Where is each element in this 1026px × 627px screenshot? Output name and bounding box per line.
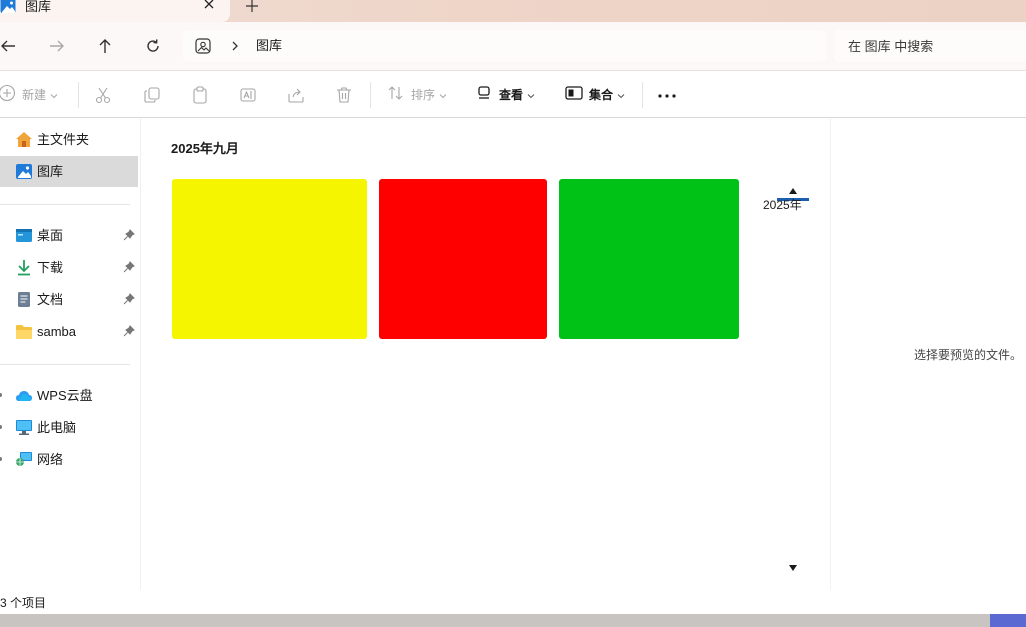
- chevron-down-icon: [617, 87, 625, 102]
- collection-button-label: 集合: [589, 88, 614, 102]
- sort-icon: [387, 84, 405, 105]
- sidebar-item-label: 网络: [37, 452, 64, 467]
- sidebar-item-label: 此电脑: [37, 420, 77, 435]
- taskbar-accent: [990, 614, 1026, 627]
- breadcrumb-gallery[interactable]: 图库: [256, 38, 282, 54]
- network-icon: [15, 451, 33, 468]
- timeline-scroll-up-icon[interactable]: [788, 183, 798, 194]
- title-bar: 图库: [0, 0, 1026, 22]
- cut-icon[interactable]: [93, 85, 113, 105]
- file-explorer-window: 图库 图库 在 图库 中搜索 新建 排序 查看 集合 主文件夹 图库 桌面 下载…: [0, 0, 1026, 627]
- sidebar-item-desktop[interactable]: 桌面: [0, 220, 138, 251]
- sidebar-item-network[interactable]: 网络: [0, 444, 138, 475]
- taskbar-strip: [0, 614, 1026, 627]
- new-tab-icon[interactable]: [244, 0, 260, 14]
- sidebar-item-label: 主文件夹: [37, 132, 90, 147]
- address-bar[interactable]: 图库: [183, 30, 826, 62]
- toolbar-divider: [78, 82, 79, 108]
- desktop-icon: [15, 227, 33, 244]
- sidebar-divider: [0, 204, 130, 205]
- back-arrow-icon[interactable]: [0, 34, 20, 58]
- chevron-right-icon[interactable]: [230, 39, 240, 53]
- rename-icon[interactable]: [238, 85, 258, 105]
- status-bar: 3 个项目: [0, 590, 1026, 614]
- timeline-scroll-down-icon[interactable]: [788, 560, 798, 571]
- download-icon: [15, 259, 33, 276]
- more-options-button[interactable]: [657, 71, 677, 118]
- gallery-view: 2025年九月 2025年: [141, 118, 830, 590]
- sidebar-item-home[interactable]: 主文件夹: [0, 124, 138, 155]
- sort-button[interactable]: 排序: [387, 71, 447, 118]
- chevron-down-icon: [50, 87, 58, 102]
- collection-button[interactable]: 集合: [565, 71, 625, 118]
- sidebar-item-samba[interactable]: samba: [0, 316, 138, 347]
- gallery-icon: [0, 0, 16, 14]
- sidebar-item-label: 文档: [37, 292, 64, 307]
- preview-pane: 选择要预览的文件。: [830, 118, 1026, 590]
- more-icon: [657, 87, 677, 102]
- gallery-thumbnail-green[interactable]: [559, 179, 739, 339]
- delete-icon[interactable]: [334, 85, 354, 105]
- chevron-down-icon: [439, 87, 447, 102]
- refresh-icon[interactable]: [141, 34, 165, 58]
- gallery-thumbnail-red[interactable]: [379, 179, 547, 339]
- timeline-year-label[interactable]: 2025年: [763, 196, 802, 213]
- home-icon: [15, 131, 33, 148]
- copy-icon[interactable]: [142, 85, 162, 105]
- chevron-down-icon: [527, 87, 535, 102]
- preview-placeholder-text: 选择要预览的文件。: [914, 348, 1023, 362]
- cloud-icon: [15, 387, 33, 404]
- pin-icon[interactable]: [123, 325, 135, 337]
- expand-chevron-icon[interactable]: [0, 457, 2, 461]
- toolbar-divider: [642, 82, 643, 108]
- sidebar-item-wps-cloud[interactable]: WPS云盘: [0, 380, 138, 411]
- gallery-thumbnail-yellow[interactable]: [172, 179, 367, 339]
- folder-icon: [15, 323, 33, 340]
- sidebar-item-gallery[interactable]: 图库: [0, 156, 138, 187]
- toolbar-divider: [370, 82, 371, 108]
- sidebar-item-label: WPS云盘: [37, 388, 93, 403]
- image-icon: [195, 38, 211, 54]
- tab-title: 图库: [25, 0, 52, 14]
- up-arrow-icon[interactable]: [93, 34, 117, 58]
- new-button[interactable]: 新建: [0, 71, 58, 118]
- close-tab-icon[interactable]: [201, 0, 217, 14]
- view-button-label: 查看: [499, 88, 524, 102]
- group-heading: 2025年九月: [171, 141, 239, 156]
- gallery-icon: [15, 163, 33, 180]
- pin-icon[interactable]: [123, 293, 135, 305]
- paste-icon[interactable]: [190, 85, 210, 105]
- collection-icon: [565, 85, 583, 104]
- view-icon: [477, 85, 493, 104]
- sidebar-item-label: samba: [37, 324, 77, 339]
- plus-circle-icon: [0, 84, 16, 105]
- sidebar-item-label: 下载: [37, 260, 64, 275]
- sidebar-item-documents[interactable]: 文档: [0, 284, 138, 315]
- sidebar-item-label: 桌面: [37, 228, 64, 243]
- expand-chevron-icon[interactable]: [0, 425, 2, 429]
- pin-icon[interactable]: [123, 261, 135, 273]
- expand-chevron-icon[interactable]: [0, 393, 2, 397]
- sidebar-item-downloads[interactable]: 下载: [0, 252, 138, 283]
- search-input[interactable]: [848, 37, 1026, 55]
- view-button[interactable]: 查看: [477, 71, 535, 118]
- sidebar-item-label: 图库: [37, 164, 64, 179]
- search-box[interactable]: [834, 30, 1026, 62]
- pin-icon[interactable]: [123, 229, 135, 241]
- document-icon: [15, 291, 33, 308]
- computer-icon: [15, 419, 33, 436]
- sidebar-divider: [0, 364, 130, 365]
- command-bar: 新建 排序 查看 集合: [0, 71, 1026, 118]
- forward-arrow-icon[interactable]: [45, 34, 69, 58]
- navigation-bar: 图库: [0, 22, 1026, 71]
- share-icon[interactable]: [286, 85, 306, 105]
- sidebar-item-this-pc[interactable]: 此电脑: [0, 412, 138, 443]
- item-count: 3 个项目: [0, 596, 47, 610]
- tab-gallery[interactable]: 图库: [0, 0, 230, 22]
- navigation-pane: 主文件夹 图库 桌面 下载 文档 samba WPS云盘 此电脑 网络: [0, 118, 141, 590]
- new-button-label: 新建: [22, 88, 47, 102]
- sort-button-label: 排序: [411, 88, 436, 102]
